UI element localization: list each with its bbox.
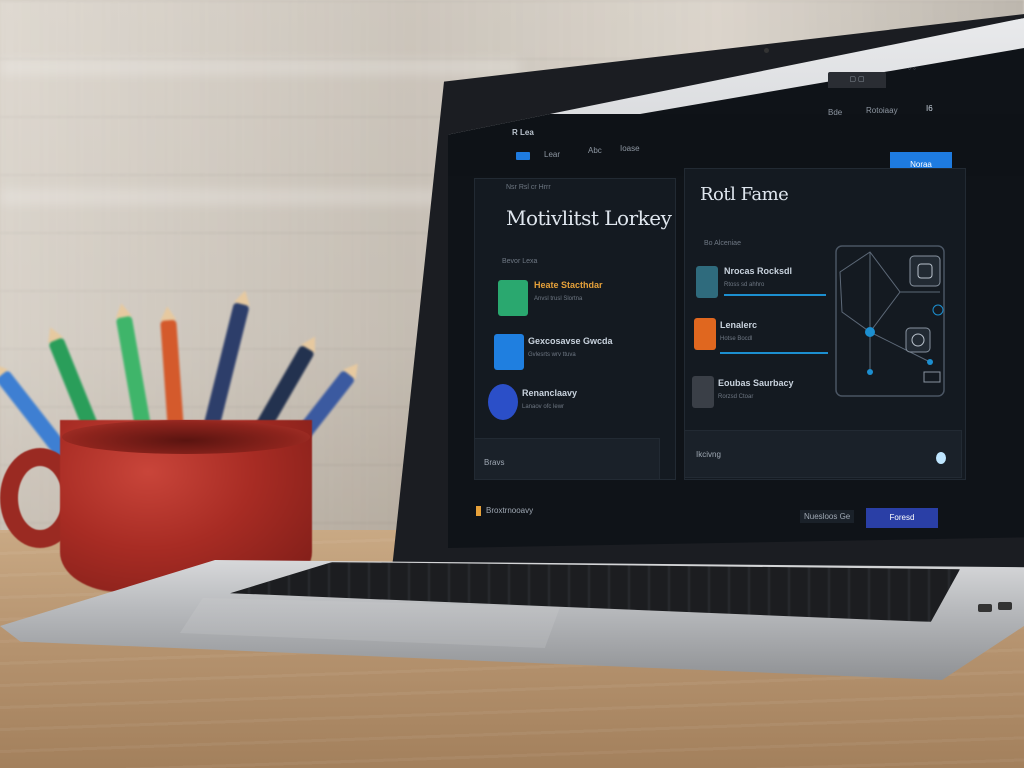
panel-title: Rotl Fame — [700, 184, 789, 205]
app-icon[interactable] — [494, 334, 524, 370]
wall-highlight — [0, 60, 520, 74]
list-item-subtitle: Rorzsd Ctoar — [718, 394, 754, 400]
webcam-icon — [764, 48, 769, 53]
section-label: Bo Alceniae — [704, 240, 741, 247]
list-item-title[interactable]: Nrocas Rocksdl — [724, 266, 792, 276]
nav-right-item[interactable]: I6 — [926, 104, 933, 113]
browser-tab[interactable]: ▢ ▢ — [828, 72, 886, 88]
bottom-bar-label: Broxtrnooavy — [486, 506, 534, 515]
left-panel-footer-label[interactable]: Bravs — [484, 458, 504, 467]
nav-item[interactable]: Lear — [544, 150, 560, 159]
list-item-subtitle: Rtoss sd ahhro — [724, 282, 765, 288]
mug-rim — [62, 420, 310, 454]
list-item-title[interactable]: Heate Stacthdar — [534, 280, 603, 290]
nav-right-item[interactable]: Rotoiaay — [866, 106, 898, 115]
app-icon[interactable] — [696, 266, 718, 298]
app-icon[interactable] — [498, 280, 528, 316]
right-panel-footer — [684, 430, 962, 478]
app-logo[interactable]: R Lea — [512, 128, 534, 137]
bottom-bar-icon — [476, 506, 481, 516]
list-item-subtitle: Anvsl trusl Slortna — [534, 296, 583, 302]
usb-port — [998, 602, 1012, 610]
app-icon[interactable] — [692, 376, 714, 408]
status-dot-icon[interactable] — [936, 452, 946, 464]
usb-port — [978, 604, 992, 612]
list-item-subtitle: Lanaov ofc lewr — [522, 404, 565, 410]
nav-item[interactable]: Ioase — [620, 144, 640, 153]
nav-right-item[interactable]: Bde — [828, 108, 842, 117]
list-item-subtitle: Gvlesrts wrv ttuva — [528, 352, 576, 358]
app-icon[interactable] — [488, 384, 518, 420]
nav-item[interactable]: Abc — [588, 146, 602, 155]
bottom-bar-right-label: Nuesloos Ge — [800, 510, 855, 523]
breadcrumb: Nsr Rsl cr Hrrr — [506, 184, 551, 191]
progress-line — [724, 294, 826, 296]
list-item-subtitle: Hotse Bocdl — [720, 336, 753, 342]
app-icon[interactable] — [694, 318, 716, 350]
list-item-title[interactable]: Gexcosavse Gwcda — [528, 336, 613, 346]
page-title: Motivlitst Lorkey — [506, 206, 672, 230]
nav-active-indicator — [516, 152, 530, 160]
wall-highlight — [0, 190, 440, 204]
section-label: Bevor Lexa — [502, 258, 538, 265]
list-item-title[interactable]: Renanclaavy — [522, 388, 577, 398]
list-item-title[interactable]: Lenalerc — [720, 320, 757, 330]
bottom-action-button[interactable]: Foresd — [866, 508, 938, 528]
progress-line — [720, 352, 828, 354]
list-item-title[interactable]: Eoubas Saurbacy — [718, 378, 794, 388]
browser-control-icon[interactable]: ◦ ◦ — [908, 64, 916, 73]
circuit-graphic — [835, 245, 945, 397]
right-panel-footer-label[interactable]: Ikcivng — [696, 450, 721, 459]
